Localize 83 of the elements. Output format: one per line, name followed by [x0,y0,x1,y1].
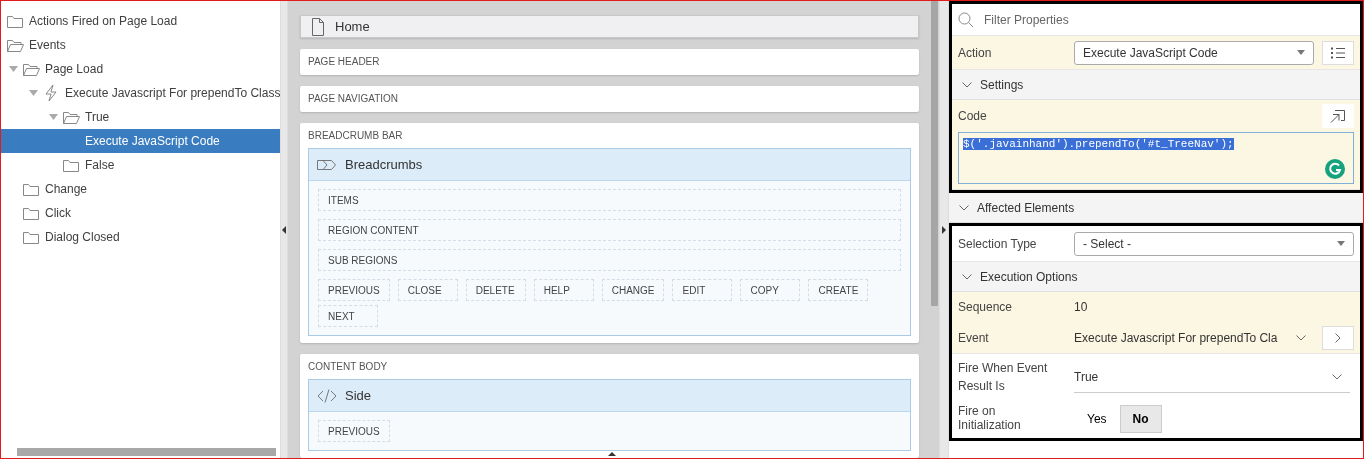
button-slot[interactable]: EDIT [672,279,733,301]
button-slot[interactable]: CLOSE [397,279,458,301]
select-field[interactable]: Execute JavaScript Code [1074,40,1314,65]
open-folder-icon [6,38,24,52]
collapse-triangle-icon[interactable] [28,90,38,96]
lightning-icon [44,84,58,102]
caret-down-icon [1337,241,1345,246]
collapse-triangle-icon[interactable] [8,66,18,72]
section-title: CONTENT BODY [308,360,388,374]
property-label: Event [958,329,990,347]
button-slot[interactable]: PREVIOUS [318,279,390,301]
button-slot[interactable]: CREATE [808,279,869,301]
code-icon [317,388,337,403]
tree-item[interactable]: Execute Javascript For prependTo Class [1,81,280,105]
collapse-arrow-icon[interactable] [282,225,286,234]
folder-icon [23,182,39,196]
property-label: Action [958,44,993,62]
section-title: PAGE HEADER [308,55,380,69]
page-title: Home [335,17,370,36]
chevron-down-icon [1332,373,1342,380]
tree-item[interactable]: False [1,153,280,177]
region-slot: ITEMS [318,189,901,211]
region-slot: SUB REGIONS [318,249,901,271]
section-header[interactable]: Settings [952,70,1360,100]
tree-item[interactable]: Execute JavaScript Code [1,129,280,153]
select-field[interactable]: Execute Javascript For prependTo Cla [1074,328,1314,347]
button-slot[interactable]: DELETE [465,279,526,301]
section-title: PAGE NAVIGATION [308,92,398,106]
property-label: Selection Type [958,235,1038,253]
toggle-option[interactable]: Yes [1074,405,1120,433]
tree-item[interactable]: Actions Fired on Page Load [1,9,280,33]
property-label: Sequence [958,299,1014,316]
region-title: Side [345,386,372,405]
chevron-down-icon [959,204,969,211]
tree-item[interactable]: Change [1,177,280,201]
tree-item[interactable]: True [1,105,280,129]
open-folder-icon [62,110,80,124]
section-title: BREADCRUMB BAR [308,129,403,143]
code-field[interactable]: $('.javainhand').prependTo('#t_TreeNav'); [958,132,1354,184]
property-label: Fire When Event Result Is [958,360,1049,395]
list-button[interactable] [1322,40,1354,65]
tree-item[interactable]: Dialog Closed [1,225,280,249]
expand-arrow-icon[interactable] [608,452,616,456]
folder-icon [23,230,39,244]
page-icon [311,17,325,36]
folder-icon [63,158,79,172]
folder-icon [7,14,23,28]
select-field[interactable]: - Select - [1074,231,1354,256]
tree-item[interactable]: Click [1,201,280,225]
chevron-down-icon [962,81,972,88]
section-header[interactable]: Affected Elements [949,193,1363,223]
expand-arrow-icon[interactable] [942,225,946,234]
region-slot: REGION CONTENT [318,219,901,241]
tag-icon [317,159,337,170]
section-header[interactable]: Execution Options [952,262,1360,292]
button-slot[interactable]: COPY [740,279,801,301]
collapse-triangle-icon[interactable] [48,114,58,120]
scrollbar[interactable] [17,448,276,456]
search-icon [958,11,974,28]
property-label: Fire on Initialization [958,405,1022,433]
button-slot[interactable]: PREVIOUS [318,420,390,442]
chevron-right-icon [1335,332,1341,343]
toggle-option[interactable]: No [1119,405,1162,433]
expand-button[interactable] [1322,104,1354,128]
button-slot[interactable]: CHANGE [601,279,665,301]
region-title: Breadcrumbs [345,155,423,174]
open-folder-icon [22,62,40,76]
property-value: 10 [1074,299,1088,316]
chevron-down-icon [962,273,972,280]
page-title-bar[interactable]: Home [300,15,919,38]
caret-down-icon [1297,50,1305,55]
button-slot[interactable]: HELP [533,279,594,301]
expand-icon [1330,109,1346,123]
tree-item[interactable]: Events [1,33,280,57]
select-field[interactable]: True [1074,361,1350,393]
chevron-down-icon [1296,334,1306,341]
scrollbar[interactable] [931,1,938,306]
folder-icon [23,206,39,220]
property-label: Code [958,108,987,125]
go-button[interactable] [1322,325,1354,350]
button-slot[interactable]: NEXT [318,305,378,327]
list-icon [1331,46,1345,59]
tree-item[interactable]: Page Load [1,57,280,81]
